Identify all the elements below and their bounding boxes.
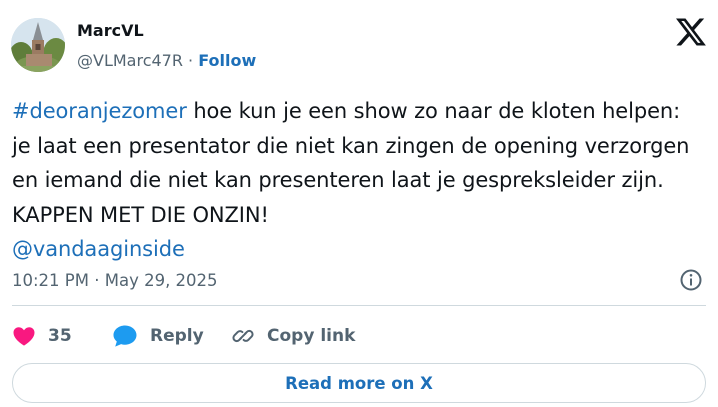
- info-icon[interactable]: [679, 268, 703, 292]
- reply-bubble-icon: [113, 325, 137, 347]
- reply-button[interactable]: Reply: [112, 323, 204, 349]
- hashtag-link[interactable]: #deoranjezomer: [12, 99, 187, 123]
- heart-icon: [13, 327, 35, 346]
- author-handle[interactable]: @VLMarc47R: [77, 51, 183, 70]
- reply-label: Reply: [150, 326, 204, 346]
- tweet-text: #deoranjezomer hoe kun je een show zo na…: [12, 94, 702, 267]
- tweet-timestamp[interactable]: 10:21 PM · May 29, 2025: [12, 271, 218, 291]
- tweet-embed-card: MarcVL @VLMarc47R · Follow #deoranjezome…: [0, 0, 718, 407]
- copy-link-button[interactable]: Copy link: [231, 323, 355, 349]
- like-button[interactable]: 35: [12, 323, 72, 349]
- read-more-label: Read more on X: [285, 373, 433, 393]
- author-handle-row: @VLMarc47R · Follow: [77, 51, 256, 71]
- link-icon: [232, 329, 254, 343]
- church-tower-photo: [11, 18, 65, 72]
- avatar[interactable]: [11, 18, 65, 72]
- author-name[interactable]: MarcVL: [77, 21, 144, 41]
- like-count: 35: [48, 326, 72, 346]
- mention-link[interactable]: @vandaaginside: [12, 237, 185, 261]
- x-logo-icon[interactable]: [676, 18, 706, 46]
- handle-separator: ·: [182, 51, 199, 70]
- copy-link-label: Copy link: [267, 326, 356, 346]
- read-more-button[interactable]: Read more on X: [12, 363, 706, 403]
- follow-button[interactable]: Follow: [198, 51, 256, 70]
- divider: [12, 305, 706, 306]
